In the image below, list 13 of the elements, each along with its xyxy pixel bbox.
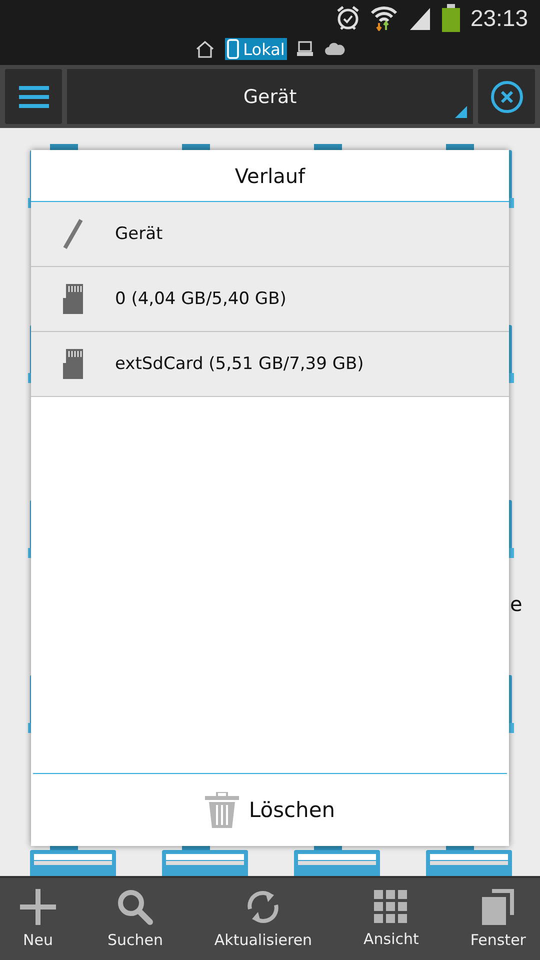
view-button[interactable]: Ansicht	[364, 878, 419, 960]
clock-time: 23:13	[470, 4, 528, 32]
delete-button[interactable]: Löschen	[31, 774, 509, 846]
history-item[interactable]: Gerät	[31, 202, 509, 267]
history-item[interactable]: 0 (4,04 GB/5,40 GB)	[31, 267, 509, 332]
new-button[interactable]: Neu	[20, 878, 56, 960]
search-button[interactable]: Suchen	[107, 878, 163, 960]
refresh-button[interactable]: Aktualisieren	[214, 878, 312, 960]
folder-label: e	[510, 592, 522, 616]
path-dropdown[interactable]: Gerät	[67, 69, 473, 124]
windows-button[interactable]: Fenster	[470, 878, 526, 960]
location-tab[interactable]: Lokal	[225, 38, 287, 60]
history-item[interactable]: extSdCard (5,51 GB/7,39 GB)	[31, 332, 509, 397]
